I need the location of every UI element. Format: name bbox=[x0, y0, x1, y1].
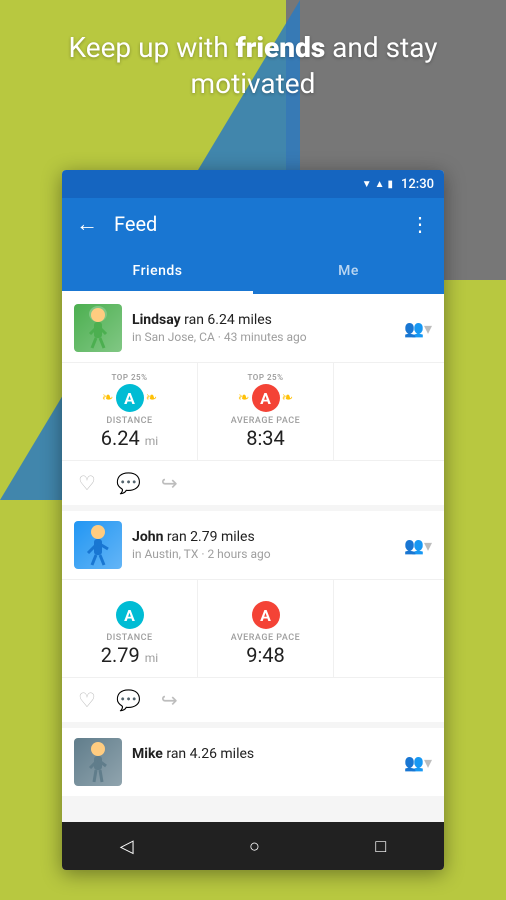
avatar-mike bbox=[74, 738, 122, 786]
bottom-nav: ◁ ○ □ bbox=[62, 822, 444, 870]
nav-home-button[interactable]: ○ bbox=[229, 828, 280, 865]
badge-a-teal-john: A bbox=[116, 601, 144, 629]
status-icons: ▼ ▲ ▮ bbox=[362, 179, 393, 190]
like-icon-lindsay[interactable]: ♡ bbox=[78, 471, 96, 495]
feed: Lindsay ran 6.24 miles in San Jose, CA ·… bbox=[62, 294, 444, 822]
feed-item-mike: Mike ran 4.26 miles placeholder 👥▾ bbox=[62, 728, 444, 796]
wifi-icon: ▼ bbox=[362, 179, 372, 190]
feed-item-lindsay: Lindsay ran 6.24 miles in San Jose, CA ·… bbox=[62, 294, 444, 505]
nav-recent-button[interactable]: □ bbox=[355, 828, 406, 865]
battery-icon: ▮ bbox=[388, 179, 394, 190]
feed-user-info-john: John ran 2.79 miles in Austin, TX · 2 ho… bbox=[132, 529, 271, 561]
feed-user-info-lindsay: Lindsay ran 6.24 miles in San Jose, CA ·… bbox=[132, 312, 307, 344]
page-title: Feed bbox=[114, 212, 410, 236]
top-bar: ← Feed ⋮ bbox=[62, 198, 444, 250]
status-time: 12:30 bbox=[401, 177, 434, 192]
status-bar: ▼ ▲ ▮ 12:30 bbox=[62, 170, 444, 198]
stat-distance-lindsay: TOP 25% ❧ A ❧ DISTANCE 6.24 mi bbox=[62, 363, 198, 460]
feed-item-john: John ran 2.79 miles in Austin, TX · 2 ho… bbox=[62, 511, 444, 722]
phone-frame: ▼ ▲ ▮ 12:30 ← Feed ⋮ Friends Me bbox=[62, 170, 444, 870]
feed-header-john: John ran 2.79 miles in Austin, TX · 2 ho… bbox=[62, 511, 444, 579]
feed-user-info-mike: Mike ran 4.26 miles placeholder bbox=[132, 746, 254, 778]
more-button[interactable]: ⋮ bbox=[410, 212, 430, 236]
badge-a-red-lindsay: A bbox=[252, 384, 280, 412]
badge-a-teal-lindsay: A bbox=[116, 384, 144, 412]
like-icon-john[interactable]: ♡ bbox=[78, 688, 96, 712]
tab-friends[interactable]: Friends bbox=[62, 250, 253, 291]
follow-icon-lindsay[interactable]: 👥▾ bbox=[404, 319, 432, 338]
stat-pace-john: TOP 25% A AVERAGE PACE 9:48 bbox=[198, 580, 334, 677]
share-icon-john[interactable]: ↪ bbox=[161, 688, 178, 712]
follow-icon-john[interactable]: 👥▾ bbox=[404, 536, 432, 555]
feed-header-mike: Mike ran 4.26 miles placeholder 👥▾ bbox=[62, 728, 444, 796]
motivational-text: Keep up with friends and staymotivated bbox=[0, 30, 506, 103]
follow-icon-mike[interactable]: 👥▾ bbox=[404, 753, 432, 772]
avatar-john bbox=[74, 521, 122, 569]
tab-bar: Friends Me bbox=[62, 250, 444, 294]
stats-row-john: TOP 25% A DISTANCE 2.79 mi TOP 25% A bbox=[62, 579, 444, 677]
badge-a-red-john: A bbox=[252, 601, 280, 629]
feed-header-lindsay: Lindsay ran 6.24 miles in San Jose, CA ·… bbox=[62, 294, 444, 362]
back-button[interactable]: ← bbox=[76, 211, 98, 237]
avatar-lindsay bbox=[74, 304, 122, 352]
comment-icon-lindsay[interactable]: 💬 bbox=[116, 471, 141, 495]
signal-icon: ▲ bbox=[375, 179, 385, 190]
action-bar-lindsay: ♡ 💬 ↪ bbox=[62, 460, 444, 505]
action-bar-john: ♡ 💬 ↪ bbox=[62, 677, 444, 722]
stats-row-lindsay: TOP 25% ❧ A ❧ DISTANCE 6.24 mi TOP 25% bbox=[62, 362, 444, 460]
comment-icon-john[interactable]: 💬 bbox=[116, 688, 141, 712]
nav-back-button[interactable]: ◁ bbox=[100, 828, 154, 865]
stat-distance-john: TOP 25% A DISTANCE 2.79 mi bbox=[62, 580, 198, 677]
stat-pace-lindsay: TOP 25% ❧ A ❧ AVERAGE PACE 8:34 bbox=[198, 363, 334, 460]
share-icon-lindsay[interactable]: ↪ bbox=[161, 471, 178, 495]
tab-me[interactable]: Me bbox=[253, 250, 444, 291]
